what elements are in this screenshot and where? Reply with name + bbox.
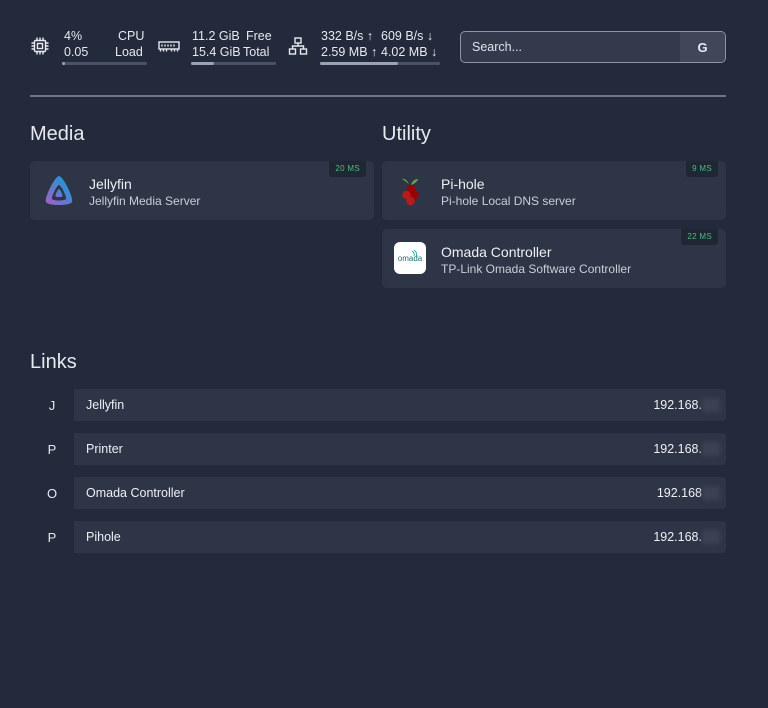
search-box: G	[460, 31, 726, 63]
link-url: 192.168.	[653, 530, 702, 544]
service-description: TP-Link Omada Software Controller	[441, 262, 632, 276]
service-card-omada[interactable]: omada Omada Controller TP-Link Omada Sof…	[382, 229, 726, 288]
ping-badge: 20 MS	[329, 161, 366, 177]
cpu-percent: 4%	[64, 29, 83, 43]
network-up-total: 2.59 MB ↑	[321, 45, 378, 59]
total-label: Total	[243, 45, 270, 59]
link-omada-controller[interactable]: O Omada Controller 192.168	[30, 477, 726, 509]
service-name: Jellyfin	[89, 176, 132, 192]
redacted-blur	[702, 442, 720, 456]
link-letter: P	[30, 433, 74, 465]
memory-icon	[158, 41, 180, 52]
omada-icon: omada	[394, 242, 426, 274]
link-name: Printer	[86, 442, 123, 456]
jellyfin-icon	[45, 176, 73, 205]
network-up-rate: 332 B/s ↑	[321, 29, 374, 43]
redacted-blur	[702, 398, 720, 412]
link-printer[interactable]: P Printer 192.168.	[30, 433, 726, 465]
service-card-jellyfin[interactable]: Jellyfin Jellyfin Media Server 20 MS	[30, 161, 374, 220]
service-name: Omada Controller	[441, 244, 552, 260]
link-pihole[interactable]: P Pihole 192.168.	[30, 521, 726, 553]
cpu-usage-bar	[62, 62, 147, 65]
cpu-widget: 4% CPU 0.05 Load	[30, 26, 148, 66]
service-card-pihole[interactable]: Pi-hole Pi-hole Local DNS server 9 MS	[382, 161, 726, 220]
google-search-button[interactable]: G	[680, 32, 725, 62]
service-description: Jellyfin Media Server	[89, 194, 201, 208]
omada-wave-icon	[411, 249, 418, 258]
header-divider	[30, 95, 726, 97]
link-url: 192.168	[656, 486, 702, 500]
group-title-utility: Utility	[382, 123, 431, 145]
redacted-blur	[702, 530, 720, 544]
network-down-rate: 609 B/s ↓	[381, 29, 434, 43]
network-icon	[288, 37, 308, 55]
pihole-icon	[402, 178, 419, 206]
link-url: 192.168.	[653, 398, 702, 412]
link-letter: J	[30, 389, 74, 421]
service-description: Pi-hole Local DNS server	[441, 194, 576, 208]
link-name: Omada Controller	[86, 486, 185, 500]
ping-badge: 9 MS	[686, 161, 718, 177]
memory-total: 15.4 GiB	[192, 45, 241, 59]
network-down-total: 4.02 MB ↓	[381, 45, 438, 59]
memory-widget: 11.2 GiB Free 15.4 GiB Total	[158, 26, 276, 66]
network-usage-bar	[320, 62, 440, 65]
link-letter: P	[30, 521, 74, 553]
link-url: 192.168.	[653, 442, 702, 456]
cpu-load: 0.05	[64, 45, 89, 59]
info-widgets-bar: 4% CPU 0.05 Load 11.2 GiB Free 15.4 GiB …	[30, 26, 726, 70]
redacted-blur	[702, 486, 720, 500]
google-icon: G	[697, 39, 708, 55]
link-name: Jellyfin	[86, 398, 125, 412]
cpu-label: CPU	[118, 29, 145, 43]
link-letter: O	[30, 477, 74, 509]
cpu-icon	[31, 37, 49, 55]
ping-badge: 22 MS	[681, 229, 718, 245]
links-title: Links	[30, 351, 77, 373]
free-label: Free	[246, 29, 272, 43]
memory-usage-bar	[191, 62, 276, 65]
link-jellyfin[interactable]: J Jellyfin 192.168.	[30, 389, 726, 421]
link-name: Pihole	[86, 530, 121, 544]
search-input[interactable]	[461, 32, 681, 62]
memory-free: 11.2 GiB	[192, 29, 240, 43]
network-widget: 332 B/s ↑ 609 B/s ↓ 2.59 MB ↑ 4.02 MB ↓	[288, 26, 440, 66]
service-name: Pi-hole	[441, 176, 485, 192]
group-title-media: Media	[30, 123, 85, 145]
load-label: Load	[115, 45, 143, 59]
